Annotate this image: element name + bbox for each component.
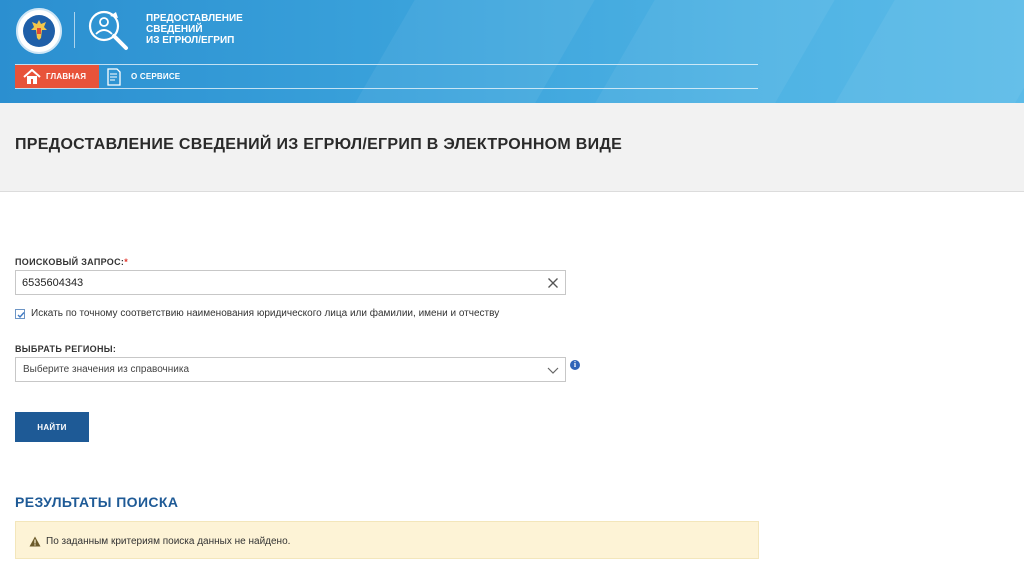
checkmark-icon [17,312,25,319]
search-field[interactable] [15,270,566,295]
service-search-icon[interactable] [86,8,130,52]
clear-icon[interactable] [547,277,559,289]
nav-item-home[interactable]: ГЛАВНАЯ [15,65,99,88]
warning-icon [29,536,41,547]
regions-select-value: Выберите значения из справочника [23,364,190,375]
chevron-down-icon [547,367,559,374]
service-title: ПРЕДОСТАВЛЕНИЕ СВЕДЕНИЙ ИЗ ЕГРЮЛ/ЕГРИП [146,13,266,46]
service-title-line: ПРЕДОСТАВЛЕНИЕ [146,13,243,24]
header-divider [74,12,75,48]
nav-item-about[interactable]: О СЕРВИСЕ [106,65,180,88]
page-title: ПРЕДОСТАВЛЕНИЕ СВЕДЕНИЙ ИЗ ЕГРЮЛ/ЕГРИП В… [15,136,623,153]
home-icon [23,68,41,84]
info-icon[interactable]: i [570,360,580,370]
service-title-line: ИЗ ЕГРЮЛ/ЕГРИП [146,35,235,46]
fns-emblem-logo[interactable] [16,8,62,54]
find-button[interactable]: НАЙТИ [15,412,89,442]
regions-select[interactable]: Выберите значения из справочника [15,357,566,382]
query-label-text: ПОИСКОВЫЙ ЗАПРОС: [15,257,125,267]
eagle-icon [31,20,47,40]
exact-match-checkbox[interactable] [15,309,25,319]
document-icon [107,67,121,86]
no-results-alert: По заданным критериям поиска данных не н… [15,521,759,559]
service-title-line: СВЕДЕНИЙ [146,24,203,35]
nav-item-label: ГЛАВНАЯ [46,72,87,81]
results-title: РЕЗУЛЬТАТЫ ПОИСКА [15,494,179,510]
site-header: ПРЕДОСТАВЛЕНИЕ СВЕДЕНИЙ ИЗ ЕГРЮЛ/ЕГРИП Г… [0,0,1024,103]
nav-border-bottom [15,88,758,89]
regions-label: ВЫБРАТЬ РЕГИОНЫ: [15,344,117,354]
search-input[interactable] [22,271,542,294]
query-label: ПОИСКОВЫЙ ЗАПРОС:* [15,257,128,267]
no-results-message: По заданным критериям поиска данных не н… [46,536,291,547]
required-mark: * [124,257,128,267]
nav-item-label: О СЕРВИСЕ [131,72,181,81]
exact-match-label[interactable]: Искать по точному соответствию наименова… [31,308,499,319]
